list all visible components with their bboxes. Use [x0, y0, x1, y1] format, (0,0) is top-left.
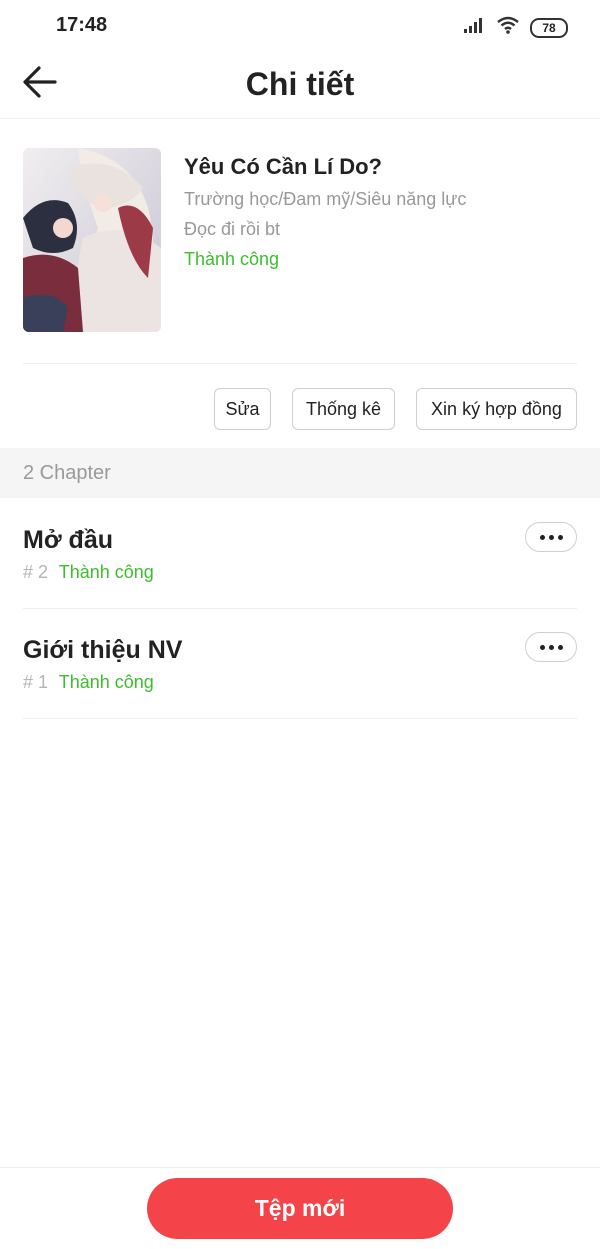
- chapter-status: Thành công: [58, 562, 154, 582]
- edit-button[interactable]: Sửa: [214, 388, 271, 430]
- chapter-list-item[interactable]: Mở đầu # 2 Thành công: [23, 498, 577, 609]
- chapter-count: 2 Chapter: [23, 462, 111, 484]
- chapter-number: # 2: [23, 562, 49, 582]
- header: Chi tiết: [0, 52, 600, 119]
- chapter-meta: # 2 Thành công: [23, 562, 154, 583]
- book-status: Thành công: [184, 249, 280, 269]
- more-dots-icon: [539, 534, 545, 540]
- more-options-button[interactable]: [525, 522, 577, 552]
- book-description: Đọc đi rồi bt: [184, 219, 281, 239]
- wifi-icon: [496, 16, 520, 39]
- page-title: Chi tiết: [245, 66, 355, 102]
- status-time: 17:48: [56, 14, 108, 36]
- chapter-meta: # 1 Thành công: [23, 672, 154, 693]
- more-dots-icon: [539, 644, 545, 650]
- new-chapter-button[interactable]: Tệp mới: [147, 1178, 453, 1239]
- status-bar: 17:48 78: [0, 0, 600, 52]
- book-genre: Trường học/Đam mỹ/Siêu năng lực: [184, 189, 467, 209]
- chapter-list-item[interactable]: Giới thiệu NV # 1 Thành công: [23, 608, 577, 719]
- chapter-title: Giới thiệu NV: [23, 636, 183, 664]
- divider: [23, 363, 577, 364]
- signal-icon: [464, 17, 486, 38]
- contract-request-button[interactable]: Xin ký hợp đồng: [416, 388, 577, 430]
- more-options-button[interactable]: [525, 632, 577, 662]
- status-icons: 78: [464, 16, 568, 39]
- bottom-bar: Tệp mới: [0, 1167, 600, 1249]
- book-cover-image: [23, 148, 161, 332]
- chapter-number: # 1: [23, 672, 49, 692]
- stats-button[interactable]: Thống kê: [292, 388, 395, 430]
- chapter-title: Mở đầu: [23, 526, 113, 554]
- chapter-status: Thành công: [58, 672, 154, 692]
- book-title: Yêu Có Cần Lí Do?: [184, 154, 382, 179]
- battery-icon: 78: [530, 17, 568, 38]
- chapter-count-band: 2 Chapter: [0, 448, 600, 498]
